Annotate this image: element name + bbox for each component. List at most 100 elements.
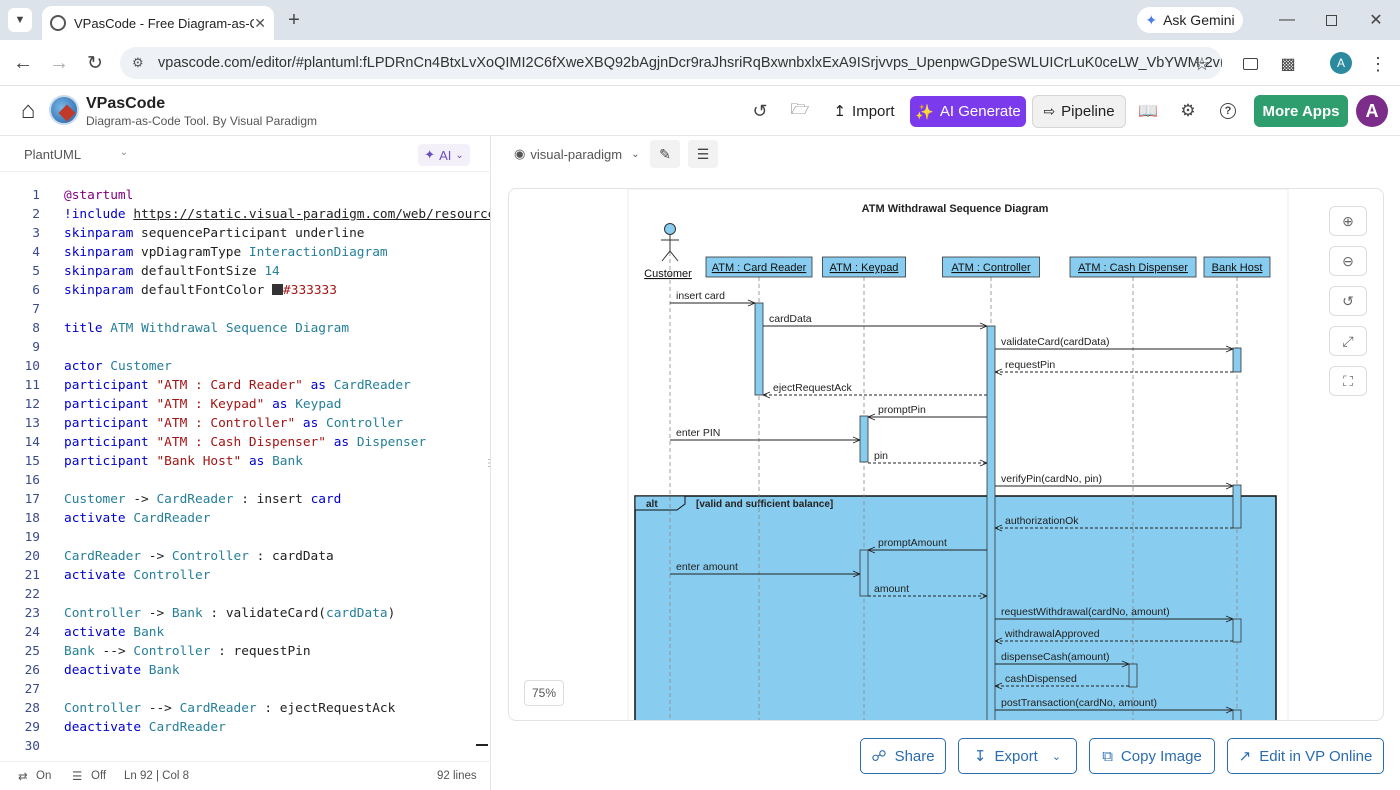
code-line[interactable]: participant "ATM : Cash Dispenser" as Di… bbox=[64, 435, 426, 450]
splitter-handle[interactable]: ⋮ bbox=[484, 456, 494, 472]
browser-tab-strip: ▼ VPasCode - Free Diagram-as-Co ✕ + ✦ As… bbox=[0, 0, 1400, 40]
close-tab-icon[interactable]: ✕ bbox=[254, 15, 266, 32]
code-line[interactable]: skinparam defaultFontSize 14 bbox=[64, 264, 280, 279]
message-label: enter amount bbox=[676, 561, 738, 573]
forward-icon[interactable]: → bbox=[46, 50, 72, 76]
message-label: insert card bbox=[676, 290, 725, 302]
import-button[interactable]: ↥ Import bbox=[826, 96, 902, 126]
code-line[interactable]: participant "Bank Host" as Bank bbox=[64, 454, 303, 469]
screen-capture-icon[interactable] bbox=[1238, 52, 1262, 76]
message-label: promptPin bbox=[878, 404, 926, 416]
code-line[interactable]: Controller -> Bank : validateCard(cardDa… bbox=[64, 606, 395, 621]
diagram-canvas[interactable]: ATM Withdrawal Sequence Diagram alt [valid… bbox=[508, 188, 1384, 721]
code-line[interactable]: CardReader -> Controller : cardData bbox=[64, 549, 334, 564]
line-number: 2 bbox=[32, 207, 40, 222]
code-line[interactable]: title ATM Withdrawal Sequence Diagram bbox=[64, 321, 349, 336]
user-avatar[interactable]: A bbox=[1356, 95, 1388, 127]
activation-bar bbox=[859, 415, 869, 463]
code-line[interactable]: deactivate Bank bbox=[64, 663, 180, 678]
fit-to-screen-button[interactable]: ⤢ bbox=[1329, 326, 1367, 356]
settings-gear-icon[interactable]: ⚙ bbox=[1176, 99, 1200, 123]
code-line[interactable]: !include https://static.visual-paradigm.… bbox=[64, 207, 490, 222]
help-icon[interactable]: ? bbox=[1216, 99, 1240, 123]
open-folder-icon[interactable]: 🗁 bbox=[788, 99, 812, 123]
activation-bar bbox=[754, 302, 764, 396]
more-apps-label: More Apps bbox=[1262, 102, 1340, 120]
code-line[interactable]: participant "ATM : Keypad" as Keypad bbox=[64, 397, 341, 412]
edit-in-vp-online-button[interactable]: ↗ Edit in VP Online bbox=[1227, 738, 1384, 774]
zoom-in-button[interactable]: ⊕ bbox=[1329, 206, 1367, 236]
pipeline-button[interactable]: ⇨ Pipeline bbox=[1032, 95, 1126, 128]
theme-select[interactable]: ◉ visual-paradigm ⌄ bbox=[508, 142, 642, 166]
extensions-icon[interactable]: ▩ bbox=[1276, 52, 1300, 76]
close-window-button[interactable]: ✕ bbox=[1364, 8, 1388, 32]
copy-image-button[interactable]: ⧉ Copy Image bbox=[1089, 738, 1215, 774]
code-line[interactable]: Controller --> CardReader : ejectRequest… bbox=[64, 701, 395, 716]
export-button[interactable]: ↧ Export ⌄ bbox=[958, 738, 1077, 774]
code-line[interactable]: activate Bank bbox=[64, 625, 164, 640]
word-wrap-icon[interactable]: ⇄ bbox=[18, 769, 28, 783]
code-line[interactable]: Customer -> CardReader : insert card bbox=[64, 492, 341, 507]
new-tab-button[interactable]: + bbox=[282, 8, 306, 32]
maximize-button[interactable] bbox=[1319, 8, 1343, 32]
code-line[interactable]: participant "ATM : Controller" as Contro… bbox=[64, 416, 403, 431]
docs-book-icon[interactable]: 📖 bbox=[1136, 99, 1160, 123]
app-header: ⌂ VPasCode Diagram-as-Code Tool. By Visu… bbox=[0, 86, 1400, 136]
line-number: 29 bbox=[24, 720, 40, 735]
edit-pencil-icon[interactable]: ✎ bbox=[650, 140, 680, 168]
profile-avatar[interactable]: A bbox=[1330, 52, 1352, 74]
minimap-icon[interactable]: ☰ bbox=[72, 769, 82, 783]
browser-tab[interactable]: VPasCode - Free Diagram-as-Co ✕ bbox=[42, 6, 274, 40]
code-line[interactable]: activate Controller bbox=[64, 568, 210, 583]
participant-label: ATM : Cash Dispenser bbox=[1078, 262, 1188, 274]
back-icon[interactable]: ← bbox=[10, 50, 36, 76]
line-count: 92 lines bbox=[437, 770, 477, 782]
code-line[interactable]: @startuml bbox=[64, 188, 133, 203]
pipeline-label: Pipeline bbox=[1061, 103, 1115, 120]
line-number: 17 bbox=[24, 492, 40, 507]
browser-menu-icon[interactable]: ⋮ bbox=[1368, 52, 1388, 76]
tab-search-button[interactable]: ▼ bbox=[8, 8, 32, 32]
code-line[interactable]: activate CardReader bbox=[64, 511, 210, 526]
line-number: 28 bbox=[24, 701, 40, 716]
line-number: 30 bbox=[24, 739, 40, 754]
participant-label: ATM : Card Reader bbox=[712, 262, 807, 274]
alt-tab bbox=[634, 495, 686, 511]
chevron-down-icon: ⌄ bbox=[119, 147, 128, 158]
reset-view-button[interactable]: ↺ bbox=[1329, 286, 1367, 316]
code-area[interactable]: 1 @startuml 2 !include https://static.visua… bbox=[0, 188, 490, 758]
scrollbar-thumb[interactable] bbox=[476, 744, 488, 746]
code-line[interactable]: actor Customer bbox=[64, 359, 172, 374]
message-label: validateCard(cardData) bbox=[1001, 336, 1110, 348]
address-bar[interactable]: ⚙ vpascode.com/editor/#plantuml:fLPDRnCn… bbox=[120, 47, 1222, 79]
more-apps-button[interactable]: More Apps bbox=[1254, 95, 1348, 127]
code-line[interactable]: skinparam sequenceParticipant underline bbox=[64, 226, 364, 241]
history-icon[interactable]: ↺ bbox=[748, 99, 772, 123]
site-info-icon[interactable]: ⚙ bbox=[132, 55, 144, 71]
message-label: postTransaction(cardNo, amount) bbox=[1001, 697, 1157, 709]
code-line[interactable]: participant "ATM : Card Reader" as CardR… bbox=[64, 378, 411, 393]
activation-bar bbox=[1232, 484, 1242, 529]
reload-icon[interactable]: ↻ bbox=[82, 50, 108, 76]
ai-generate-button[interactable]: ✨ AI Generate bbox=[910, 96, 1026, 127]
actor-label: Customer bbox=[644, 268, 692, 280]
outline-list-icon[interactable]: ☰ bbox=[688, 140, 718, 168]
minimize-button[interactable]: — bbox=[1275, 8, 1299, 32]
line-number: 14 bbox=[24, 435, 40, 450]
code-line[interactable]: Bank --> Controller : requestPin bbox=[64, 644, 311, 659]
language-select[interactable]: PlantUML ⌄ bbox=[24, 147, 128, 162]
ai-assist-select[interactable]: ✦ AI ⌄ bbox=[418, 144, 470, 166]
code-line[interactable]: deactivate CardReader bbox=[64, 720, 226, 735]
ask-gemini-button[interactable]: ✦ Ask Gemini bbox=[1137, 7, 1243, 33]
line-number: 10 bbox=[24, 359, 40, 374]
code-line[interactable]: skinparam vpDiagramType InteractionDiagr… bbox=[64, 245, 388, 260]
fullscreen-button[interactable]: ⛶ bbox=[1329, 366, 1367, 396]
palette-icon: ◉ bbox=[514, 146, 526, 161]
code-line[interactable]: skinparam defaultFontColor #333333 bbox=[64, 283, 337, 298]
share-button[interactable]: ☍ Share bbox=[860, 738, 946, 774]
zoom-out-button[interactable]: ⊖ bbox=[1329, 246, 1367, 276]
home-icon[interactable]: ⌂ bbox=[12, 95, 44, 127]
share-icon: ☍ bbox=[871, 748, 887, 765]
message-label: requestPin bbox=[1005, 359, 1055, 371]
bookmark-star-icon[interactable]: ☆ bbox=[1190, 52, 1214, 76]
